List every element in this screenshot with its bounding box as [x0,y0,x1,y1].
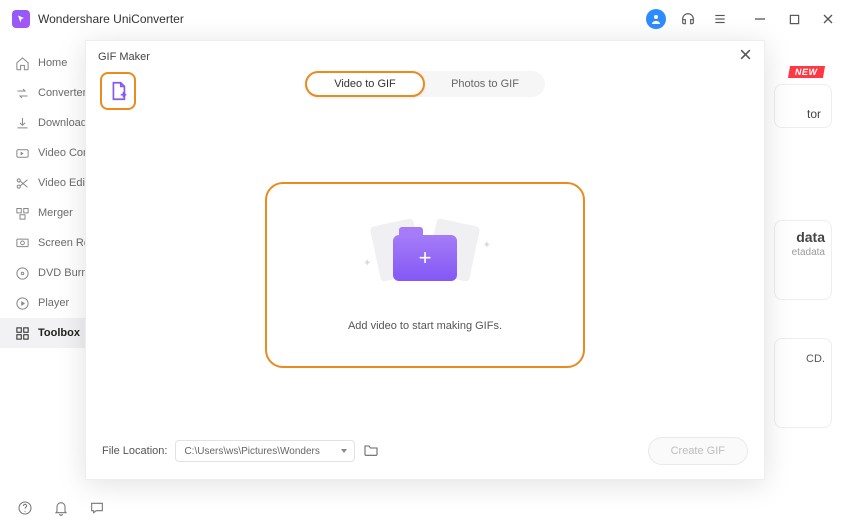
file-location-input[interactable] [175,440,355,462]
gif-maker-modal: GIF Maker Video to GIF Photos to GIF ✦ ✦… [85,40,765,480]
sidebar-item-label: Merger [38,207,73,219]
maximize-icon[interactable] [784,9,804,29]
dropzone[interactable]: ✦ ✦ + Add video to start making GIFs. [265,182,585,368]
new-badge: NEW [787,66,824,78]
sidebar-item-label: DVD Burner [38,267,88,279]
sidebar-item-editor[interactable]: Video Editor [0,168,88,198]
notification-icon[interactable] [52,499,70,517]
sidebar-item-recorder[interactable]: Screen Recorder [0,228,88,258]
sidebar-item-dvd[interactable]: DVD Burner [0,258,88,288]
disc-icon [14,265,30,281]
modal-close-icon[interactable] [739,48,752,65]
help-icon[interactable] [16,499,34,517]
recorder-icon [14,235,30,251]
toolbox-icon [14,325,30,341]
close-icon[interactable] [818,9,838,29]
browse-folder-icon[interactable] [363,443,379,460]
title-actions [646,9,838,29]
compressor-icon [14,145,30,161]
sidebar-item-label: Video Editor [38,177,88,189]
sidebar-item-downloader[interactable]: Downloader [0,108,88,138]
menu-icon[interactable] [710,9,730,29]
sidebar-item-label: Downloader [38,117,88,129]
modal-toolbar: Video to GIF Photos to GIF [86,68,764,114]
create-gif-button[interactable]: Create GIF [648,437,748,465]
minimize-icon[interactable] [750,9,770,29]
feedback-icon[interactable] [88,499,106,517]
download-icon [14,115,30,131]
sidebar-item-compressor[interactable]: Video Compressor [0,138,88,168]
converter-icon [14,85,30,101]
sidebar-item-label: Player [38,297,69,309]
support-icon[interactable] [678,9,698,29]
sidebar-item-label: Video Compressor [38,147,88,159]
sidebar-item-label: Screen Recorder [38,237,88,249]
sidebar-item-label: Converter [38,87,86,99]
scissors-icon [14,175,30,191]
dropzone-text: Add video to start making GIFs. [348,320,502,332]
play-icon [14,295,30,311]
home-icon [14,55,30,71]
sidebar: Home Converter Downloader Video Compress… [0,38,88,489]
titlebar: Wondershare UniConverter [0,0,850,38]
tab-video-to-gif[interactable]: Video to GIF [305,71,425,97]
sidebar-item-converter[interactable]: Converter [0,78,88,108]
statusbar [0,489,122,527]
add-file-button[interactable] [100,72,136,110]
mode-tabs: Video to GIF Photos to GIF [305,71,545,97]
file-location-label: File Location: [102,445,167,457]
sidebar-item-label: Toolbox [38,327,80,339]
plus-icon: + [393,235,457,281]
merger-icon [14,205,30,221]
sidebar-item-merger[interactable]: Merger [0,198,88,228]
modal-title: GIF Maker [98,51,150,63]
sidebar-item-home[interactable]: Home [0,48,88,78]
app-logo [12,10,30,28]
add-video-illustration: ✦ ✦ + [365,218,485,298]
account-icon[interactable] [646,9,666,29]
tab-photos-to-gif[interactable]: Photos to GIF [425,71,545,97]
bg-card-cd: CD. [774,338,832,428]
sidebar-item-toolbox[interactable]: Toolbox [0,318,88,348]
modal-footer: File Location: Create GIF [86,437,764,465]
modal-header: GIF Maker [86,41,764,68]
bg-card-1: tor [774,84,832,128]
bg-card-metadata: data etadata [774,220,832,300]
sidebar-item-player[interactable]: Player [0,288,88,318]
app-title: Wondershare UniConverter [38,12,638,26]
sidebar-item-label: Home [38,57,67,69]
